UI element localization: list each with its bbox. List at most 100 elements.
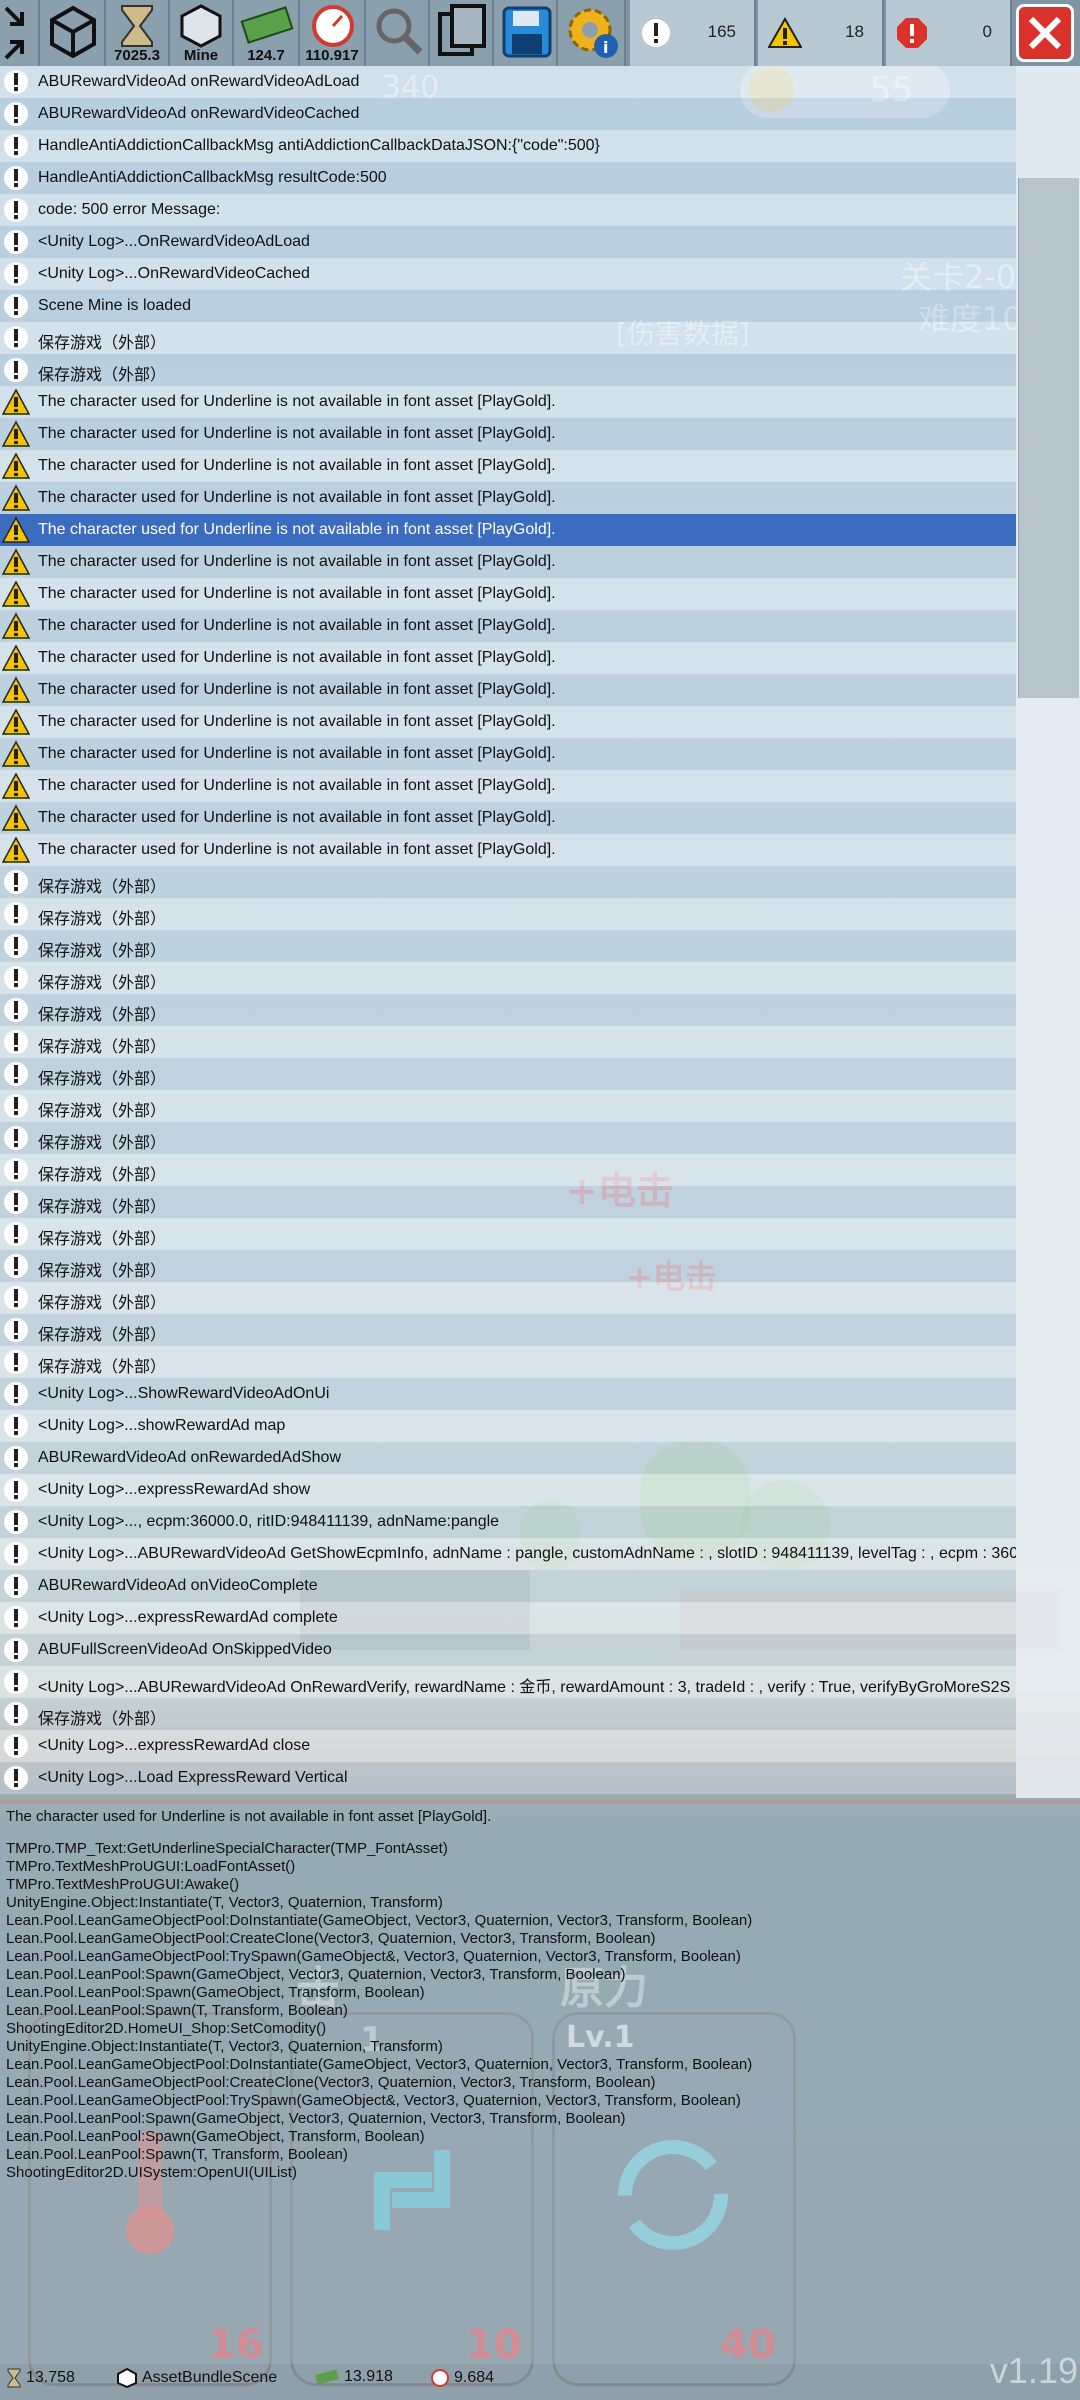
log-entry[interactable]: <Unity Log>...ABURewardVideoAd OnRewardV… xyxy=(0,1666,1016,1698)
log-entry[interactable]: 保存游戏（外部） xyxy=(0,994,1016,1026)
log-entry-text: The character used for Underline is not … xyxy=(38,681,556,698)
memory-value: 124.7 xyxy=(247,47,285,64)
log-entry-text: HandleAntiAddictionCallbackMsg antiAddic… xyxy=(38,137,600,154)
error-icon xyxy=(897,18,927,48)
log-entry-text: 保存游戏（外部） xyxy=(38,1103,167,1120)
log-entry[interactable]: The character used for Underline is not … xyxy=(0,418,1016,450)
log-entry[interactable]: 保存游戏（外部） xyxy=(0,1698,1016,1730)
log-entry[interactable]: The character used for Underline is not … xyxy=(0,738,1016,770)
log-entry[interactable]: 保存游戏（外部） xyxy=(0,962,1016,994)
log-entry[interactable]: Scene Mine is loaded xyxy=(0,290,1016,322)
log-entry[interactable]: The character used for Underline is not … xyxy=(0,834,1016,866)
log-entry[interactable]: <Unity Log>...expressRewardAd close xyxy=(0,1730,1016,1762)
log-entry-text: ABUFullScreenVideoAd OnSkippedVideo xyxy=(38,1641,332,1658)
log-entry[interactable]: <Unity Log>...OnRewardVideoCached xyxy=(0,258,1016,290)
log-entry[interactable]: ABURewardVideoAd onRewardVideoCached xyxy=(0,98,1016,130)
log-entry[interactable]: ABURewardVideoAd onRewardedAdShow xyxy=(0,1442,1016,1474)
status-fps-value: 9.684 xyxy=(454,2369,495,2387)
log-entry[interactable]: The character used for Underline is not … xyxy=(0,706,1016,738)
log-entry[interactable]: code: 500 error Message: xyxy=(0,194,1016,226)
log-entry[interactable]: 保存游戏（外部） xyxy=(0,1346,1016,1378)
log-entry[interactable]: <Unity Log>...expressRewardAd show xyxy=(0,1474,1016,1506)
copy-button[interactable] xyxy=(430,0,494,66)
info-filter-toggle[interactable]: 165 xyxy=(630,0,756,66)
log-entry[interactable]: The character used for Underline is not … xyxy=(0,674,1016,706)
log-entry[interactable]: 保存游戏（外部） xyxy=(0,1122,1016,1154)
stack-trace-line: Lean.Pool.LeanPool:Spawn(GameObject, Vec… xyxy=(6,1966,626,1983)
log-entry[interactable]: ABUFullScreenVideoAd OnSkippedVideo xyxy=(0,1634,1016,1666)
memory-button[interactable]: 124.7 xyxy=(234,0,300,66)
status-bar: 13.758 AssetBundleScene 13.918 9.684 xyxy=(0,2360,1080,2400)
stack-trace-line: Lean.Pool.LeanPool:Spawn(GameObject, Tra… xyxy=(6,1984,425,2001)
log-entry[interactable]: <Unity Log>...expressRewardAd complete xyxy=(0,1602,1016,1634)
log-entry[interactable]: 保存游戏（外部） xyxy=(0,1186,1016,1218)
log-entry[interactable]: 保存游戏（外部） xyxy=(0,866,1016,898)
speed-button[interactable]: 110.917 xyxy=(300,0,366,66)
info-icon xyxy=(4,1574,28,1598)
collapse-arrows-icon xyxy=(4,6,24,60)
log-entry[interactable]: HandleAntiAddictionCallbackMsg antiAddic… xyxy=(0,130,1016,162)
error-filter-toggle[interactable]: 0 xyxy=(886,0,1012,66)
log-entry[interactable]: 保存游戏（外部） xyxy=(0,1282,1016,1314)
log-entry[interactable]: The character used for Underline is not … xyxy=(0,546,1016,578)
log-entry-selected[interactable]: The character used for Underline is not … xyxy=(0,514,1016,546)
stack-trace-line: UnityEngine.Object:Instantiate(T, Vector… xyxy=(6,1894,443,1911)
log-entry[interactable]: The character used for Underline is not … xyxy=(0,386,1016,418)
log-entry[interactable]: HandleAntiAddictionCallbackMsg resultCod… xyxy=(0,162,1016,194)
log-entry[interactable]: 保存游戏（外部） xyxy=(0,354,1016,386)
log-entry[interactable]: The character used for Underline is not … xyxy=(0,802,1016,834)
log-entry-text: 保存游戏（外部） xyxy=(38,1295,167,1312)
log-entry[interactable]: The character used for Underline is not … xyxy=(0,578,1016,610)
log-entry[interactable]: The character used for Underline is not … xyxy=(0,450,1016,482)
warning-icon xyxy=(2,740,30,767)
search-button[interactable] xyxy=(366,0,430,66)
stack-trace-line: TMPro.TextMeshProUGUI:LoadFontAsset() xyxy=(6,1858,296,1875)
log-entry-text: 保存游戏（外部） xyxy=(38,1327,167,1344)
gear-info-icon: i xyxy=(568,8,618,58)
collapse-button[interactable] xyxy=(0,0,40,66)
info-icon xyxy=(4,1318,28,1342)
warning-icon xyxy=(2,516,30,543)
stack-trace-line: Lean.Pool.LeanPool:Spawn(GameObject, Tra… xyxy=(6,2128,425,2145)
close-button[interactable] xyxy=(1016,4,1074,62)
log-entry[interactable]: 保存游戏（外部） xyxy=(0,1250,1016,1282)
info-icon xyxy=(4,262,28,286)
log-entry-text: <Unity Log>...expressRewardAd complete xyxy=(38,1609,338,1626)
log-entry[interactable]: <Unity Log>...OnRewardVideoAdLoad xyxy=(0,226,1016,258)
log-entry[interactable]: The character used for Underline is not … xyxy=(0,642,1016,674)
save-button[interactable] xyxy=(494,0,558,66)
log-entry[interactable]: 保存游戏（外部） xyxy=(0,322,1016,354)
log-entry[interactable]: <Unity Log>...Load ExpressReward Vertica… xyxy=(0,1762,1016,1794)
log-entry[interactable]: 保存游戏（外部） xyxy=(0,930,1016,962)
log-entry[interactable]: 保存游戏（外部） xyxy=(0,1314,1016,1346)
log-scrollbar-thumb[interactable] xyxy=(1018,178,1079,698)
log-entry[interactable]: ABURewardVideoAd onVideoComplete xyxy=(0,1570,1016,1602)
log-entry[interactable]: 保存游戏（外部） xyxy=(0,898,1016,930)
log-entry[interactable]: <Unity Log>...showRewardAd map xyxy=(0,1410,1016,1442)
fps-button[interactable]: 7025.3 xyxy=(106,0,170,66)
log-entry[interactable]: <Unity Log>...ABURewardVideoAd GetShowEc… xyxy=(0,1538,1016,1570)
log-entry[interactable]: 保存游戏（外部） xyxy=(0,1090,1016,1122)
unity-cube-icon xyxy=(180,4,222,48)
info-icon xyxy=(4,1510,28,1534)
log-entry[interactable]: The character used for Underline is not … xyxy=(0,482,1016,514)
info-icon xyxy=(642,19,670,47)
log-entry[interactable]: 保存游戏（外部） xyxy=(0,1026,1016,1058)
log-entry-text: <Unity Log>...expressRewardAd close xyxy=(38,1737,311,1754)
warning-filter-toggle[interactable]: 18 xyxy=(758,0,884,66)
settings-button[interactable]: i xyxy=(558,0,626,66)
log-entry[interactable]: The character used for Underline is not … xyxy=(0,770,1016,802)
log-entry[interactable]: <Unity Log>..., ecpm:36000.0, ritID:9484… xyxy=(0,1506,1016,1538)
log-entry[interactable]: ABURewardVideoAd onRewardVideoAdLoad xyxy=(0,66,1016,98)
save-disk-icon xyxy=(502,6,552,58)
log-entry[interactable]: The character used for Underline is not … xyxy=(0,610,1016,642)
log-entry[interactable]: <Unity Log>...ShowRewardVideoAdOnUi xyxy=(0,1378,1016,1410)
log-entry[interactable]: 保存游戏（外部） xyxy=(0,1058,1016,1090)
scene-button[interactable]: Mine xyxy=(170,0,234,66)
info-icon xyxy=(4,1382,28,1406)
log-entry[interactable]: 保存游戏（外部） xyxy=(0,1218,1016,1250)
log-entry-text: 保存游戏（外部） xyxy=(38,1071,167,1088)
log-entry[interactable]: 保存游戏（外部） xyxy=(0,1154,1016,1186)
log-detail-panel[interactable]: The character used for Underline is not … xyxy=(0,1800,1080,2364)
unity-logo-button[interactable] xyxy=(40,0,106,66)
